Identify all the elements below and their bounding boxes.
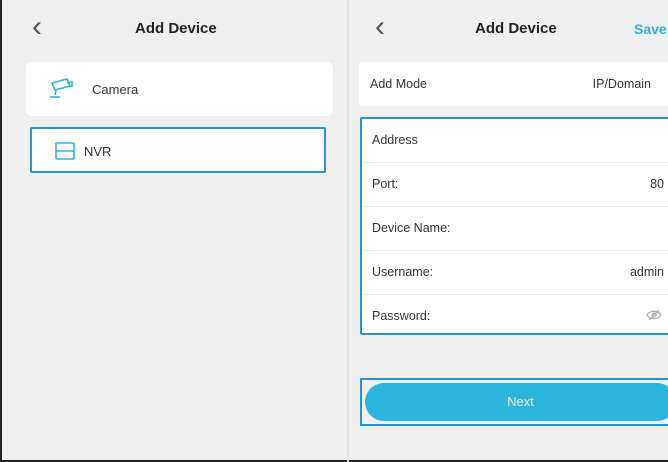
username-value: admin <box>629 265 664 279</box>
username-label: Username: <box>372 265 434 279</box>
nvr-icon <box>55 142 75 165</box>
device-name-field[interactable]: Device Name: <box>362 207 668 251</box>
add-device-form-screen: ‹ Add Device Save Add Mode IP/Domain Add… <box>349 0 668 460</box>
device-form: Address Port: 80 Device Name: Username: … <box>360 117 668 335</box>
password-label: Password: <box>372 309 431 323</box>
device-type-label: Camera <box>92 82 139 97</box>
add-mode-value: IP/Domain <box>592 77 651 91</box>
username-field[interactable]: Username: admin <box>362 251 668 295</box>
page-title: Add Device <box>475 20 557 37</box>
next-button[interactable]: Next <box>365 383 668 421</box>
save-button[interactable]: Save <box>634 21 667 37</box>
device-type-nvr[interactable]: NVR <box>30 127 326 173</box>
port-field[interactable]: Port: 80 <box>362 163 668 207</box>
device-type-label: NVR <box>84 144 112 159</box>
back-arrow-icon[interactable]: ‹ <box>32 12 42 42</box>
add-mode-row[interactable]: Add Mode IP/Domain <box>359 62 668 106</box>
add-device-type-screen: ‹ Add Device Camera NVR <box>2 0 347 460</box>
next-button-highlight: Next <box>360 378 668 426</box>
back-arrow-icon[interactable]: ‹ <box>375 12 385 42</box>
top-bar: ‹ Add Device <box>2 0 347 58</box>
password-field[interactable]: Password: <box>362 295 668 339</box>
page-title: Add Device <box>135 20 217 37</box>
add-mode-label: Add Mode <box>370 77 427 91</box>
eye-hidden-icon[interactable] <box>646 308 662 327</box>
address-label: Address <box>372 133 418 147</box>
port-label: Port: <box>372 177 399 191</box>
port-value: 80 <box>650 177 664 191</box>
camera-icon <box>48 77 74 104</box>
top-bar: ‹ Add Device Save <box>349 0 668 58</box>
device-type-camera[interactable]: Camera <box>26 62 333 116</box>
address-field[interactable]: Address <box>362 119 668 163</box>
device-name-label: Device Name: <box>372 221 451 235</box>
